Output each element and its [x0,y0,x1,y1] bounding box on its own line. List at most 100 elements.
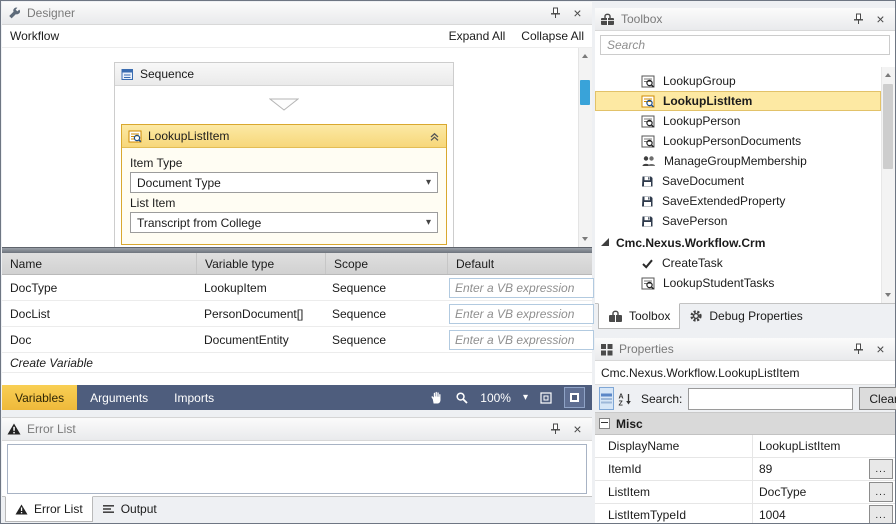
toolbox-item-lookupstudenttasks[interactable]: LookupStudentTasks [595,273,881,293]
toolbox-category-crm[interactable]: Cmc.Nexus.Workflow.Crm [595,233,895,253]
zoom-level-value: 100% [480,390,511,405]
fit-to-screen-icon[interactable] [539,391,553,405]
pin-icon[interactable] [548,6,563,21]
pin-icon[interactable] [548,422,563,437]
property-value[interactable]: 1004 [759,508,869,522]
close-icon[interactable]: × [570,422,585,437]
close-icon[interactable]: × [873,342,888,357]
property-value[interactable]: DocType [759,485,869,499]
lookup-icon [641,95,655,108]
svg-text:A: A [619,393,624,400]
sequence-title: Sequence [140,67,195,81]
save-icon [641,215,654,228]
property-row-listitemtypeid[interactable]: ListItemTypeId 1004 ... [595,504,895,523]
people-icon [641,155,656,168]
collapse-chevron-icon[interactable] [429,131,440,142]
toolbox-item-label: LookupPerson [663,114,741,128]
ellipsis-button[interactable]: ... [869,482,893,502]
toolbox-item-createtask[interactable]: CreateTask [595,253,881,273]
breadcrumb-workflow[interactable]: Workflow [10,29,59,43]
list-item-value: Transcript from College [137,215,262,230]
pin-icon[interactable] [851,342,866,357]
pan-hand-icon[interactable] [429,390,444,405]
properties-title-bar: Properties × [595,338,895,361]
collapse-box-icon[interactable] [599,418,610,429]
lookup-icon [641,75,655,88]
properties-search-input[interactable] [688,387,854,410]
zoom-caret-icon[interactable]: ▾ [523,392,528,403]
table-row[interactable]: DocList PersonDocument[] Sequence [2,301,594,327]
clear-button[interactable]: Clear [859,387,896,410]
workflow-canvas[interactable]: Sequence LookupListItem Item Type Docume… [2,48,592,247]
toolbox-item-lookuplistitem[interactable]: LookupListItem [595,91,881,111]
toolbox-search-input[interactable] [600,35,890,55]
toolbox-item-saveextendedproperty[interactable]: SaveExtendedProperty [595,191,881,211]
error-list-tab-strip: Error List Output [2,496,592,523]
toolbox-item-saveperson[interactable]: SavePerson [595,211,881,231]
sequence-icon [121,68,134,81]
toolbox-item-managegroupmembership[interactable]: ManageGroupMembership [595,151,881,171]
toolbox-category-label: Cmc.Nexus.Workflow.Crm [616,236,766,250]
properties-toolbar: AZ Search: Clear [595,384,896,413]
toolbox-scrollbar[interactable] [881,67,895,303]
lookuplistitem-activity[interactable]: LookupListItem Item Type Document Type ▾ [121,124,447,245]
toolbox-tab-strip: Toolbox Debug Properties [595,303,895,330]
property-row-itemid[interactable]: ItemId 89 ... [595,458,895,481]
scrollbar-thumb[interactable] [580,80,590,105]
variables-header-row: Name Variable type Scope Default [2,253,592,275]
pin-icon[interactable] [851,12,866,27]
table-row[interactable]: Doc DocumentEntity Sequence [2,327,594,353]
category-misc[interactable]: Misc [595,413,895,435]
property-value[interactable]: LookupListItem [759,439,893,453]
tab-debug-properties[interactable]: Debug Properties [680,304,811,328]
scrollbar-thumb[interactable] [883,84,893,169]
tab-arguments[interactable]: Arguments [77,385,161,410]
item-type-dropdown[interactable]: Document Type ▾ [130,172,438,193]
close-icon[interactable]: × [873,12,888,27]
scroll-up-button[interactable] [882,68,894,82]
canvas-scrollbar[interactable] [578,48,592,247]
scroll-down-button[interactable] [882,288,894,302]
properties-grid-icon [600,343,613,356]
right-dock-column: Toolbox × LookupGroup LookupLis [595,2,896,523]
column-header-type: Variable type [197,253,326,274]
list-item-dropdown[interactable]: Transcript from College ▾ [130,212,438,233]
zoom-level-control[interactable]: 100% ▾ [480,391,528,405]
tab-imports[interactable]: Imports [161,385,227,410]
toolbox-item-savedocument[interactable]: SaveDocument [595,171,881,191]
ellipsis-button[interactable]: ... [869,505,893,523]
sequence-activity[interactable]: Sequence LookupListItem Item Type Docume… [114,62,454,247]
scroll-down-button[interactable] [579,232,591,246]
collapse-all-button[interactable]: Collapse All [521,29,584,43]
sequence-header[interactable]: Sequence [115,63,453,86]
property-row-displayname[interactable]: DisplayName LookupListItem [595,435,895,458]
tab-error-list[interactable]: Error List [5,496,93,522]
default-expression-input[interactable] [449,277,594,298]
scroll-up-button[interactable] [579,49,591,63]
property-value[interactable]: 89 [759,462,869,476]
zoom-magnifier-icon[interactable] [455,391,469,405]
overview-icon [570,393,579,402]
default-expression-input[interactable] [449,303,594,324]
chevron-down-icon: ▾ [425,217,431,228]
activity-header[interactable]: LookupListItem [122,125,446,148]
lookup-activity-icon [128,130,142,143]
toolbox-item-lookuppersondocuments[interactable]: LookupPersonDocuments [595,131,881,151]
close-icon[interactable]: × [570,6,585,21]
default-expression-input[interactable] [449,329,594,350]
table-row[interactable]: DocType LookupItem Sequence [2,275,594,301]
toolbox-item-lookupperson[interactable]: LookupPerson [595,111,881,131]
tab-output[interactable]: Output [93,497,166,521]
toolbox-title: Toolbox [621,12,663,26]
sort-alphabetical-button[interactable]: AZ [617,387,633,410]
ellipsis-button[interactable]: ... [869,459,893,479]
error-list-title: Error List [27,422,76,436]
tab-toolbox[interactable]: Toolbox [598,303,681,329]
property-row-listitem[interactable]: ListItem DocType ... [595,481,895,504]
create-variable-row[interactable]: Create Variable [2,353,592,373]
tab-variables[interactable]: Variables [2,385,78,410]
toolbox-item-lookupgroup[interactable]: LookupGroup [595,71,881,91]
categorize-button[interactable] [599,387,614,410]
expand-all-button[interactable]: Expand All [449,29,506,43]
overview-button[interactable] [564,387,585,408]
